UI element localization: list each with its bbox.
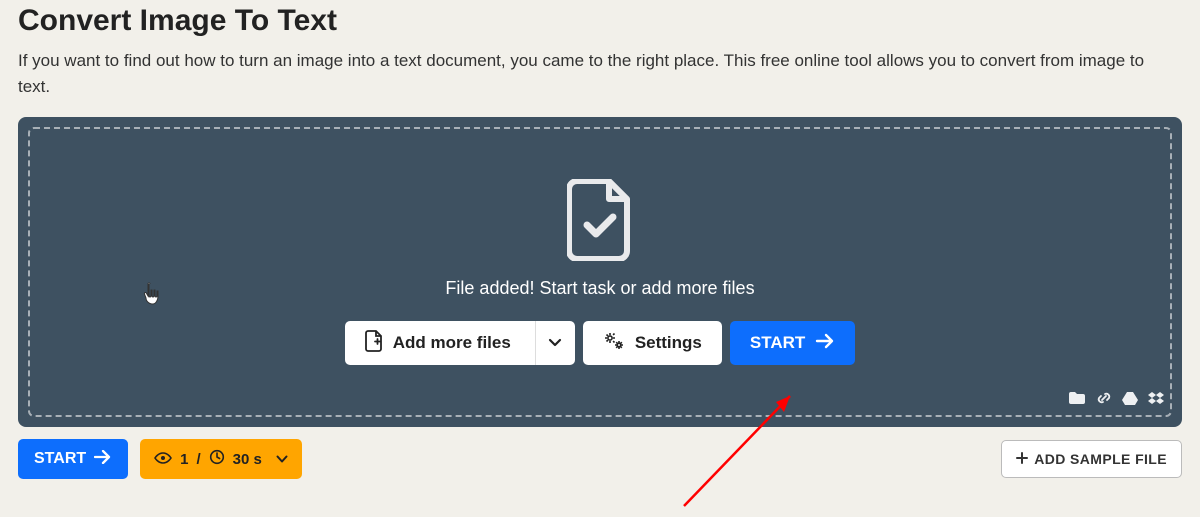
bottom-start-label: START xyxy=(34,450,86,468)
folder-icon[interactable] xyxy=(1068,391,1086,410)
settings-button[interactable]: Settings xyxy=(583,321,722,365)
queue-sep: / xyxy=(196,451,200,468)
file-plus-icon xyxy=(365,330,383,357)
add-more-button[interactable]: Add more files xyxy=(345,321,535,365)
start-button[interactable]: START xyxy=(730,321,855,365)
settings-label: Settings xyxy=(635,333,702,353)
add-sample-label: ADD SAMPLE FILE xyxy=(1034,451,1167,467)
dropbox-icon[interactable] xyxy=(1148,391,1164,410)
start-label: START xyxy=(750,333,805,353)
add-more-dropdown[interactable] xyxy=(535,321,575,365)
queue-status-button[interactable]: 1 / 30 s xyxy=(140,439,302,479)
bottom-bar: START 1 / 30 s xyxy=(18,439,1182,479)
clock-icon xyxy=(209,449,225,469)
dropzone-actions: Add more files Settings START xyxy=(345,321,856,365)
dropzone-source-icons xyxy=(1068,390,1164,411)
page-description: If you want to find out how to turn an i… xyxy=(18,48,1178,99)
file-check-icon xyxy=(567,179,633,266)
dropzone[interactable]: File added! Start task or add more files… xyxy=(28,127,1172,417)
bottom-start-button[interactable]: START xyxy=(18,439,128,479)
chevron-down-icon xyxy=(548,333,562,353)
link-icon[interactable] xyxy=(1096,390,1112,411)
google-drive-icon[interactable] xyxy=(1122,391,1138,410)
time-value: 30 s xyxy=(233,451,262,468)
add-more-label: Add more files xyxy=(393,333,511,353)
queue-count: 1 xyxy=(180,451,188,468)
chevron-down-icon xyxy=(276,451,288,468)
add-sample-button[interactable]: ADD SAMPLE FILE xyxy=(1001,440,1182,478)
eye-icon xyxy=(154,451,172,468)
plus-icon xyxy=(1016,451,1028,467)
page-title: Convert Image To Text xyxy=(18,4,1182,38)
dropzone-panel: File added! Start task or add more files… xyxy=(18,117,1182,427)
dropzone-status: File added! Start task or add more files xyxy=(445,278,754,299)
add-more-group: Add more files xyxy=(345,321,575,365)
gears-icon xyxy=(603,331,625,356)
arrow-right-icon xyxy=(94,450,112,469)
arrow-right-icon xyxy=(815,333,835,354)
